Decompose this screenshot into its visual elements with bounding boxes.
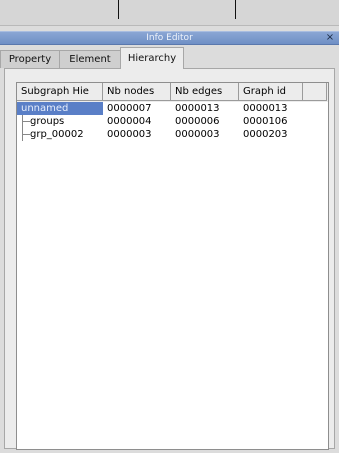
window-title: Info Editor — [146, 33, 193, 43]
row-nb-nodes: 0000007 — [107, 103, 152, 114]
row-name[interactable]: grp_00002 — [17, 128, 103, 141]
top-toolbar-strip — [0, 0, 339, 26]
row-nb-edges: 0000006 — [175, 116, 220, 127]
table-row[interactable]: grp_00002 0000003 0000003 0000203 — [17, 128, 328, 141]
hierarchy-panel: Subgraph Hie Nb nodes Nb edges Graph id … — [4, 68, 335, 450]
tab-property[interactable]: Property — [0, 50, 60, 68]
table-header: Subgraph Hie Nb nodes Nb edges Graph id — [17, 83, 328, 102]
row-nb-edges: 0000003 — [175, 129, 220, 140]
toolbar-separator — [118, 0, 119, 19]
row-graph-id: 0000013 — [243, 103, 288, 114]
row-graph-id: 0000203 — [243, 129, 288, 140]
column-header-extra[interactable] — [303, 83, 327, 101]
row-nb-nodes: 0000004 — [107, 116, 152, 127]
row-nb-edges: 0000013 — [175, 103, 220, 114]
table-row[interactable]: groups 0000004 0000006 0000106 — [17, 115, 328, 128]
column-header-nb-nodes[interactable]: Nb nodes — [103, 83, 171, 101]
row-name[interactable]: groups — [17, 115, 103, 128]
hierarchy-tree-table[interactable]: Subgraph Hie Nb nodes Nb edges Graph id … — [16, 82, 329, 450]
info-editor-title-bar[interactable]: Info Editor × — [0, 31, 339, 45]
toolbar-separator — [235, 0, 236, 19]
table-row[interactable]: unnamed 0000007 0000013 0000013 — [17, 102, 328, 115]
row-name-selected[interactable]: unnamed — [17, 102, 103, 115]
column-header-nb-edges[interactable]: Nb edges — [171, 83, 239, 101]
tab-hierarchy[interactable]: Hierarchy — [120, 47, 184, 69]
column-header-subgraph[interactable]: Subgraph Hie — [17, 83, 103, 101]
close-icon[interactable]: × — [325, 32, 335, 43]
tab-element[interactable]: Element — [59, 50, 121, 68]
row-graph-id: 0000106 — [243, 116, 288, 127]
row-nb-nodes: 0000003 — [107, 129, 152, 140]
column-header-graph-id[interactable]: Graph id — [239, 83, 303, 101]
